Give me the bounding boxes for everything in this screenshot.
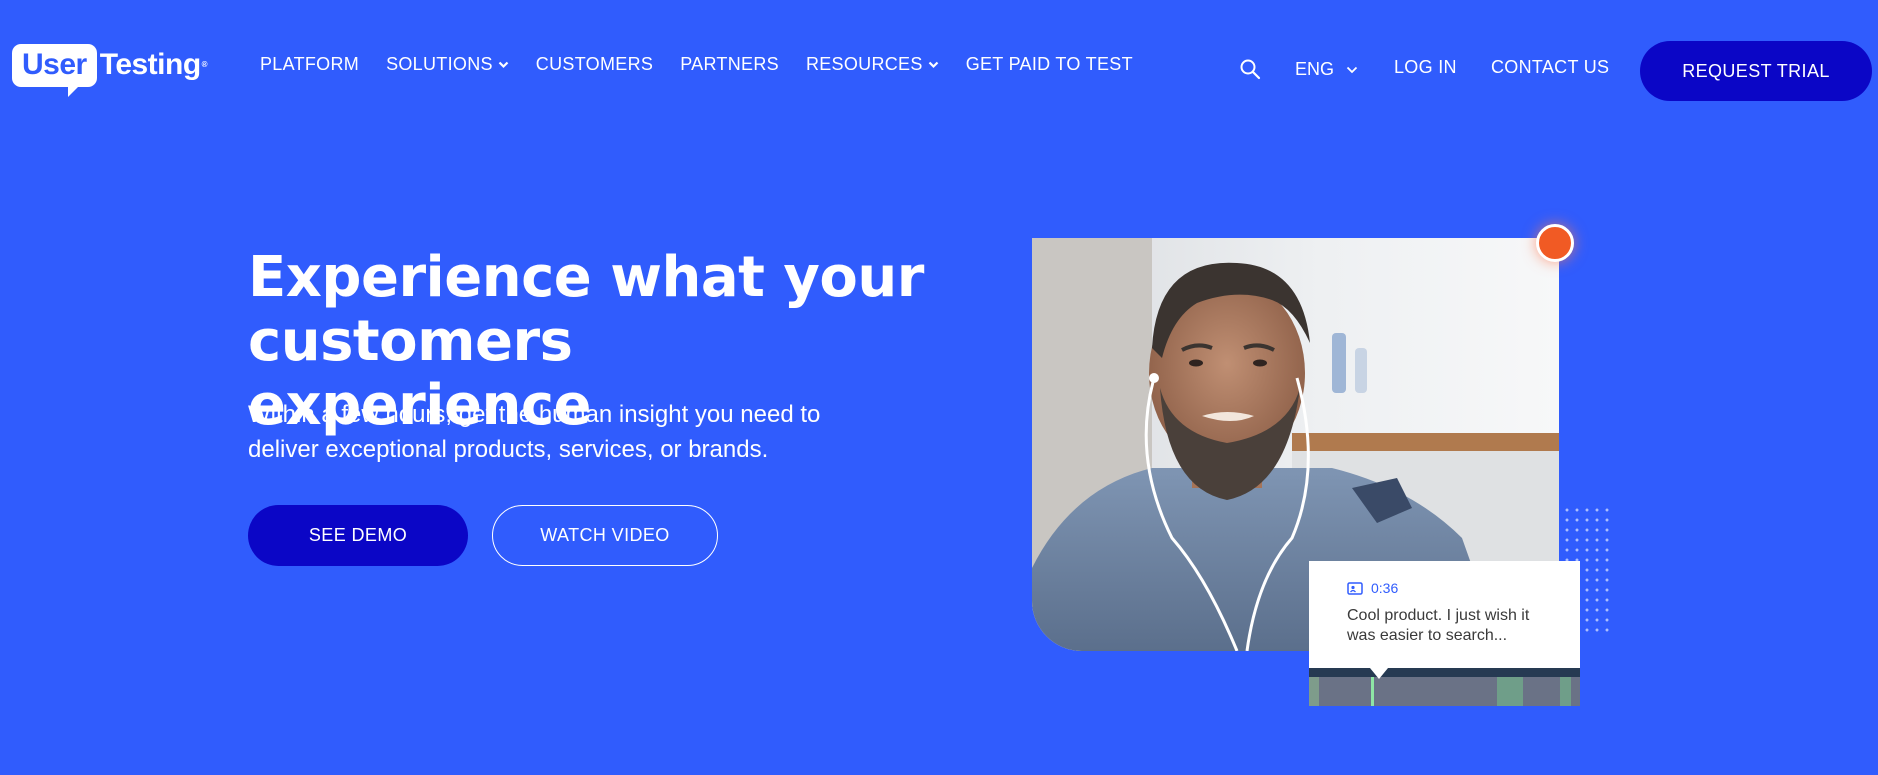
timeline-playhead[interactable] [1371,677,1374,706]
chevron-down-icon [498,61,509,68]
nav-item-label: CUSTOMERS [535,54,654,74]
main-nav: PLATFORM SOLUTIONS CUSTOMERS PARTNERS RE… [260,54,1160,75]
nav-item-label: RESOURCES [805,54,923,74]
comment-text: Cool product. I just wish it was easier … [1347,606,1562,646]
comment-timestamp: 0:36 [1347,580,1398,596]
chevron-down-icon [928,61,938,68]
timeline-segment [1497,677,1523,706]
watch-video-button[interactable]: WATCH VIDEO [492,505,718,566]
nav-item-solutions[interactable]: SOLUTIONS [386,54,509,75]
hero-subtitle-line-1: Within a few hours, get the human insigh… [248,401,821,428]
logo-user-badge: User [12,44,97,97]
language-label: ENG [1295,59,1335,79]
logo-testing-text: Testing® [97,44,208,83]
nav-item-label: GET PAID TO TEST [965,54,1133,74]
timeline-segment [1309,677,1319,706]
nav-item-label: PARTNERS [680,54,779,74]
video-timeline[interactable] [1309,668,1580,706]
timeline-header-bar [1309,668,1580,677]
site-header: User Testing® PLATFORM SOLUTIONS CUSTOME… [0,0,1878,140]
login-link[interactable]: LOG IN [1394,57,1457,78]
record-indicator [1536,224,1574,262]
logo-testing-label: Testing [99,48,201,81]
nav-item-label: SOLUTIONS [386,54,493,74]
comment-card: 0:36 Cool product. I just wish it was ea… [1309,561,1580,668]
usertesting-logo[interactable]: User Testing® [12,44,208,97]
nav-item-platform[interactable]: PLATFORM [260,54,359,75]
nav-item-customers[interactable]: CUSTOMERS [536,54,653,75]
nav-item-get-paid[interactable]: GET PAID TO TEST [966,54,1133,75]
nav-item-resources[interactable]: RESOURCES [806,54,939,75]
hero-subtitle-line-2: deliver exceptional products, services, … [248,436,769,463]
hero-title-line-1: Experience what your [248,245,924,310]
comment-time-label: 0:36 [1371,580,1399,596]
language-selector[interactable]: ENG [1295,59,1358,80]
see-demo-button[interactable]: SEE DEMO [248,505,468,566]
comment-text-line-2: was easier to search... [1347,627,1508,644]
comment-text-line-1: Cool product. I just wish it [1347,607,1530,624]
hero-subtitle: Within a few hours, get the human insigh… [248,397,888,467]
logo-registered-mark: ® [201,60,208,69]
contact-us-link[interactable]: CONTACT US [1491,57,1609,78]
nav-item-partners[interactable]: PARTNERS [680,54,779,75]
chevron-down-icon [1346,66,1358,73]
search-icon[interactable] [1238,57,1262,81]
video-clip-icon [1347,581,1363,595]
nav-item-label: PLATFORM [260,54,360,74]
timeline-segment [1560,677,1571,706]
request-trial-button[interactable]: REQUEST TRIAL [1640,41,1872,101]
